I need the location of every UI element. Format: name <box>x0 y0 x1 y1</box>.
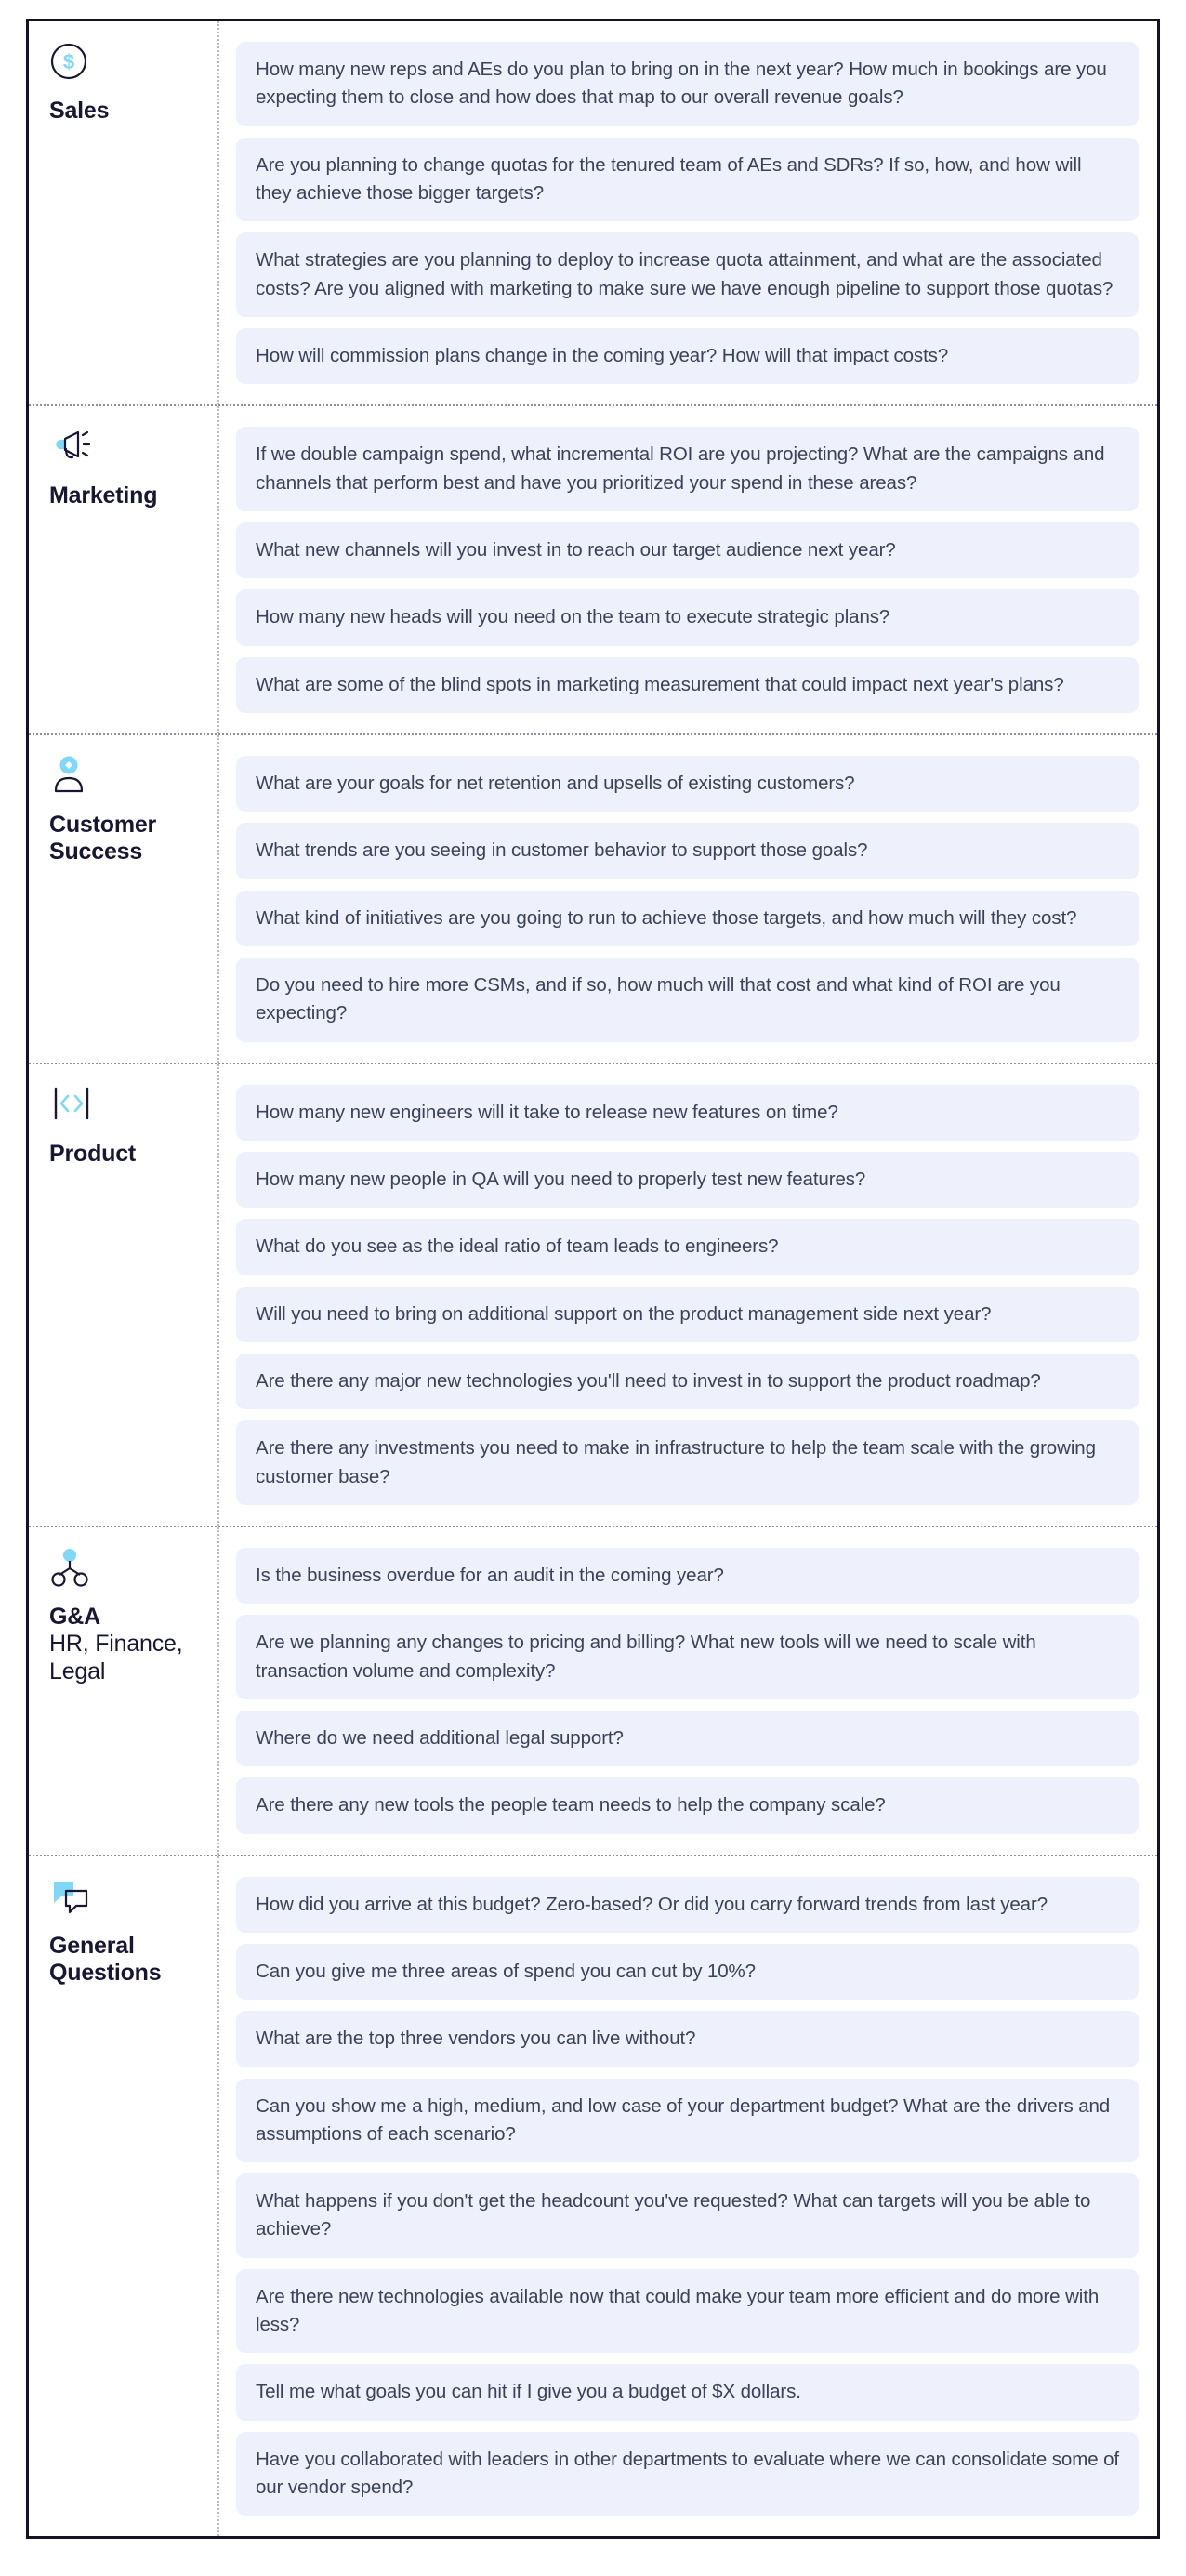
question-item: Do you need to hire more CSMs, and if so… <box>236 957 1139 1042</box>
question-list: What are your goals for net retention an… <box>219 735 1157 1063</box>
question-item: Where do we need additional legal suppor… <box>236 1710 1139 1767</box>
section-row: Product How many new engineers will it ta… <box>29 1063 1157 1527</box>
org-chart-icon <box>49 1548 201 1591</box>
code-brackets-icon <box>49 1085 201 1128</box>
question-item: What strategies are you planning to depl… <box>236 232 1139 317</box>
question-item: If we double campaign spend, what increm… <box>236 427 1139 511</box>
section-label-product: Product <box>29 1063 219 1526</box>
section-title: Sales <box>49 98 110 124</box>
section-title: General Questions <box>49 1932 162 1987</box>
question-item: Are there any new tools the people team … <box>236 1777 1139 1834</box>
question-item: Can you give me three areas of spend you… <box>236 1943 1139 2001</box>
section-row: Customer Success What are your goals for … <box>29 734 1157 1064</box>
question-item: What are some of the blind spots in mark… <box>236 656 1139 713</box>
section-title: Customer Success <box>49 811 157 865</box>
question-item: How will commission plans change in the … <box>236 327 1139 385</box>
question-item: How many new engineers will it take to r… <box>236 1084 1139 1141</box>
section-label-general-questions: General Questions <box>29 1856 219 2537</box>
section-title: G&A <box>49 1603 100 1630</box>
question-item: How many new reps and AEs do you plan to… <box>236 42 1139 126</box>
question-item: Is the business overdue for an audit in … <box>236 1547 1139 1605</box>
question-list: If we double campaign spend, what increm… <box>219 406 1157 733</box>
section-label-g-a: G&A HR, Finance, Legal <box>29 1526 219 1855</box>
question-item: What are your goals for net retention an… <box>236 755 1139 812</box>
dollar-circle-icon: $ <box>49 42 201 85</box>
question-item: How many new heads will you need on the … <box>236 589 1139 646</box>
question-list: Is the business overdue for an audit in … <box>219 1527 1157 1855</box>
section-title: Product <box>49 1140 137 1167</box>
question-item: Will you need to bring on additional sup… <box>236 1286 1139 1342</box>
section-row: Marketing If we double campaign spend, wh… <box>29 406 1157 735</box>
question-item: Are we planning any changes to pricing a… <box>236 1615 1139 1699</box>
question-item: What kind of initiatives are you going t… <box>236 890 1139 946</box>
question-item: Are there any major new technologies you… <box>236 1353 1139 1410</box>
question-matrix: $ Sales How many new reps and AEs do you … <box>26 19 1160 2540</box>
section-title: Marketing <box>49 482 158 509</box>
question-item: What are the top three vendors you can l… <box>236 2011 1139 2067</box>
section-label-customer-success: Customer Success <box>29 734 219 1063</box>
question-item: Are you planning to change quotas for th… <box>236 137 1139 222</box>
section-label-marketing: Marketing <box>29 406 219 733</box>
section-row: G&A HR, Finance, Legal Is the business ove… <box>29 1526 1157 1856</box>
section-label-sales: $ Sales <box>29 21 219 405</box>
question-item: How many new people in QA will you need … <box>236 1151 1139 1209</box>
question-list: How did you arrive at this budget? Zero-… <box>219 1856 1157 2537</box>
section-row: $ Sales How many new reps and AEs do you … <box>29 21 1157 407</box>
question-list: How many new engineers will it take to r… <box>219 1064 1157 1526</box>
question-item: Have you collaborated with leaders in ot… <box>236 2431 1139 2517</box>
section-subtitle: HR, Finance, Legal <box>49 1631 183 1684</box>
question-item: Tell me what goals you can hit if I give… <box>236 2364 1139 2421</box>
chat-bubbles-icon <box>49 1877 201 1920</box>
user-icon <box>49 756 201 799</box>
question-item: What new channels will you invest in to … <box>236 522 1139 579</box>
question-list: How many new reps and AEs do you plan to… <box>219 21 1157 404</box>
question-item: What trends are you seeing in customer b… <box>236 823 1139 879</box>
section-row: General Questions How did you arrive at t… <box>29 1856 1157 2537</box>
megaphone-icon <box>49 427 201 469</box>
question-item: How did you arrive at this budget? Zero-… <box>236 1876 1139 1933</box>
question-item: What do you see as the ideal ratio of te… <box>236 1219 1139 1275</box>
svg-text:$: $ <box>63 50 74 73</box>
question-item: Can you show me a high, medium, and low … <box>236 2078 1139 2163</box>
page-root: $ Sales How many new reps and AEs do you … <box>0 0 1186 2576</box>
question-item: Are there any investments you need to ma… <box>236 1420 1139 1505</box>
question-item: Are there new technologies available now… <box>236 2268 1139 2354</box>
question-item: What happens if you don't get the headco… <box>236 2173 1139 2258</box>
